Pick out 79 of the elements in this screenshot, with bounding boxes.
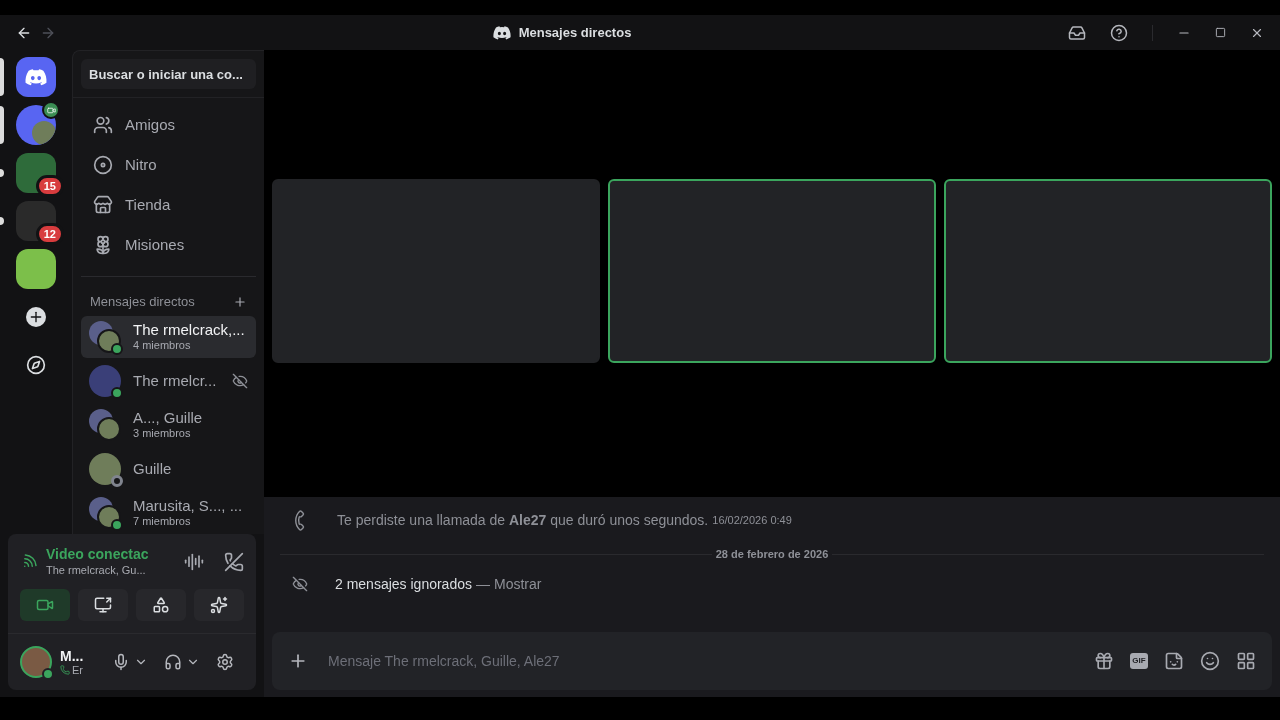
avatar	[20, 646, 52, 678]
avatar	[97, 416, 121, 441]
screen-button[interactable]	[78, 589, 128, 621]
discord-logo-icon	[25, 68, 47, 86]
nav-item[interactable]: Amigos	[81, 106, 256, 144]
show-link[interactable]: Mostrar	[494, 573, 542, 595]
disconnect-icon[interactable]	[224, 551, 244, 572]
search-field[interactable]: Buscar o iniciar una co...	[81, 59, 256, 89]
dm-item[interactable]: Guille	[81, 447, 256, 490]
emoji-button[interactable]	[1200, 651, 1220, 671]
separator: —	[476, 574, 490, 594]
group-avatar[interactable]	[16, 105, 56, 145]
microphone-icon	[112, 653, 130, 671]
message-composer[interactable]: Mensaje The rmelcrack, Guille, Ale27 GIF	[272, 632, 1272, 690]
member-count: 3 miembros	[133, 427, 192, 440]
nav-item[interactable]: Tienda	[81, 186, 256, 224]
ignored-messages: 2 mensajes ignorados	[335, 574, 472, 594]
plus-icon	[26, 307, 46, 327]
nav-item[interactable]: Misiones	[81, 226, 256, 264]
inbox-icon[interactable]	[1068, 23, 1086, 42]
user-status: Er	[72, 663, 83, 677]
emoji-icon	[1200, 651, 1220, 671]
voice-channel: The rmelcrack, Gu...	[46, 563, 147, 577]
phone-icon	[60, 665, 70, 675]
add-icon[interactable]	[233, 294, 247, 309]
friends-icon	[93, 115, 113, 135]
headphones-icon	[164, 653, 182, 671]
nitro-icon	[93, 155, 113, 175]
apps-icon	[1236, 651, 1256, 671]
settings-icon	[216, 653, 234, 671]
dm-name: The rmelcrack,...	[133, 321, 246, 339]
member-count: 7 miembros	[133, 515, 192, 528]
window-title: Mensajes directos	[518, 23, 632, 42]
message-field[interactable]: Mensaje The rmelcrack, Guille, Ale27	[328, 650, 1094, 672]
server-icon[interactable]	[16, 249, 56, 289]
shop-icon	[93, 195, 113, 215]
dm-item[interactable]: A..., Guille 3 miembros	[81, 403, 256, 446]
video-tile[interactable]	[272, 178, 600, 363]
timestamp: 16/02/2026 0:49	[712, 513, 792, 529]
compass-icon	[26, 355, 46, 375]
dm-name: Marusita, S..., ...	[133, 497, 244, 515]
activities-button[interactable]	[136, 589, 186, 621]
date-divider: 28 de febrero de 2026	[714, 546, 830, 562]
avatar	[89, 452, 121, 485]
dm-name: The rmelcr...	[133, 371, 218, 390]
dm-name: Guille	[133, 459, 173, 478]
avatar	[89, 364, 121, 397]
mention-badge: 15	[35, 175, 64, 197]
video-tile[interactable]	[944, 178, 1272, 363]
discord-logo-icon	[492, 25, 511, 40]
ignored-icon	[292, 576, 308, 592]
voice-status: Video conectac	[46, 546, 150, 563]
sticker-button[interactable]	[1164, 651, 1184, 671]
soundboard-icon	[210, 596, 228, 614]
mention-badge: 12	[35, 223, 64, 245]
dm-item[interactable]: Marusita, S..., ... 7 miembros	[81, 491, 256, 534]
noise-suppression-icon[interactable]	[184, 551, 204, 572]
member-count: 4 miembros	[133, 339, 192, 352]
apps-button[interactable]	[1236, 651, 1256, 671]
help-icon[interactable]	[1110, 23, 1128, 42]
nav-item[interactable]: Nitro	[81, 146, 256, 184]
call-message: Te perdiste una llamada de Ale27 que duró unos segundos.	[337, 511, 709, 530]
activities-icon	[152, 596, 170, 614]
dm-item[interactable]: The rmelcr...	[81, 359, 256, 402]
gift-icon	[1094, 651, 1114, 671]
maximize-icon[interactable]	[1215, 27, 1226, 38]
video-tile[interactable]	[608, 178, 936, 363]
quests-icon	[93, 235, 113, 255]
section-header: Mensajes directos	[90, 293, 195, 311]
gift-button[interactable]	[1094, 651, 1114, 671]
dm-name: A..., Guille	[133, 409, 204, 427]
camera-button[interactable]	[20, 589, 70, 621]
username: M...	[60, 647, 85, 664]
gif-button[interactable]: GIF	[1130, 653, 1148, 669]
dm-item[interactable]: The rmelcrack,... 4 miembros	[81, 315, 256, 358]
screen-icon	[94, 596, 112, 614]
home-button[interactable]	[16, 57, 56, 97]
sticker-icon	[1164, 651, 1184, 671]
soundboard-button[interactable]	[194, 589, 244, 621]
